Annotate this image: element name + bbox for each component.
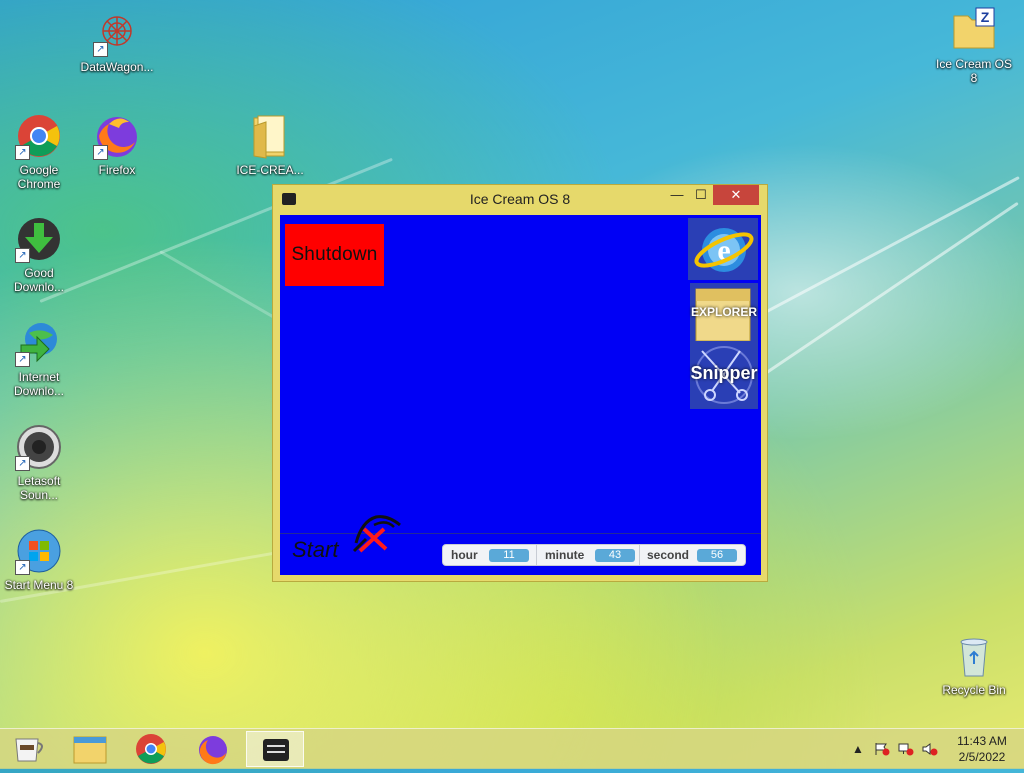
desktop-icon-label: Internet Downlo...	[13, 370, 65, 398]
taskbar-ice-cream-os[interactable]	[246, 731, 304, 767]
shortcut-arrow-icon: ↗	[93, 145, 108, 160]
desktop-icon-label: Ice Cream OS 8	[935, 57, 1013, 85]
minimize-button[interactable]: —	[665, 185, 689, 205]
shortcut-arrow-icon: ↗	[15, 456, 30, 471]
app-client-area: Shutdown e EXPLORER Snipper Start hour 1…	[280, 215, 761, 575]
desktop-icon-label: DataWagon...	[80, 60, 154, 74]
desktop-icon-letasoft[interactable]: ↗ Letasoft Soun...	[0, 423, 79, 502]
clock-readout: hour 11 minute 43 second 56	[442, 544, 746, 566]
shortcut-arrow-icon: ↗	[15, 145, 30, 160]
desktop-icon-firefox[interactable]: ↗ Firefox	[77, 112, 157, 177]
desktop-icon-recycle-bin[interactable]: Recycle Bin	[934, 632, 1014, 697]
desktop-icon-datawagon[interactable]: ↗ DataWagon...	[77, 9, 157, 74]
zip-folder-icon: Z	[950, 6, 998, 54]
clock-second-label: second	[647, 548, 690, 562]
svg-text:Z: Z	[981, 9, 990, 25]
shutdown-button[interactable]: Shutdown	[285, 224, 384, 286]
internet-explorer-button[interactable]: e	[688, 218, 758, 280]
clock-minute-label: minute	[545, 548, 585, 562]
snipper-label: Snipper	[690, 363, 758, 383]
recycle-bin-icon	[950, 632, 998, 680]
clock-divider	[536, 545, 537, 565]
maximize-button[interactable]: ☐	[689, 185, 713, 205]
clock-minute-value: 43	[595, 549, 635, 562]
snipper-button[interactable]: Snipper	[690, 341, 758, 409]
ice-cream-os-icon	[263, 739, 289, 761]
globe-download-icon: ↗	[15, 319, 63, 367]
explorer-button[interactable]: EXPLORER	[690, 283, 758, 345]
explorer-label: EXPLORER	[690, 305, 757, 319]
window-titlebar[interactable]: Ice Cream OS 8 — ☐ ✕	[273, 185, 767, 215]
download-arrow-icon: ↗	[15, 215, 63, 263]
speaker-icon: ↗	[15, 423, 63, 471]
firefox-icon	[199, 736, 227, 765]
taskbar-chrome[interactable]	[122, 731, 180, 767]
shortcut-arrow-icon: ↗	[15, 352, 30, 367]
firefox-icon: ↗	[93, 112, 141, 160]
desktop-icon-label: Letasoft Soun...	[17, 474, 61, 502]
desktop-icon-internet-download[interactable]: ↗ Internet Downlo...	[0, 319, 79, 398]
shortcut-arrow-icon: ↗	[93, 42, 108, 57]
clock-second-value: 56	[697, 549, 737, 562]
windows-orb-icon: ↗	[15, 527, 63, 575]
show-hidden-icons-button[interactable]: ▲	[850, 742, 866, 756]
taskbar-firefox[interactable]	[184, 731, 242, 767]
shortcut-arrow-icon: ↗	[15, 560, 30, 575]
close-button[interactable]: ✕	[713, 185, 759, 205]
ice-cream-os-window[interactable]: Ice Cream OS 8 — ☐ ✕ Shutdown e EXPLORER	[272, 184, 768, 582]
desktop-icon-good-download[interactable]: ↗ Good Downlo...	[0, 215, 79, 294]
taskbar: ▲ 11:43 AM 2/5/2022	[0, 728, 1024, 769]
shortcut-arrow-icon: ↗	[15, 248, 30, 263]
taskbar-coffee-app[interactable]	[0, 731, 58, 767]
taskbar-file-explorer[interactable]	[60, 731, 118, 767]
desktop-icon-start-menu-8[interactable]: ↗ Start Menu 8	[0, 527, 79, 592]
desktop-icon-label: Google Chrome	[17, 163, 61, 191]
folder-icon	[246, 112, 294, 160]
chrome-icon	[136, 734, 166, 764]
clock-hour-label: hour	[451, 548, 478, 562]
desktop-icon-label: ICE-CREA...	[236, 163, 304, 177]
desktop-icon-label: Good Downlo...	[13, 266, 65, 294]
clock-hour-value: 11	[489, 549, 529, 562]
desktop-icon-label: Firefox	[98, 163, 136, 177]
start-button[interactable]: Start	[292, 537, 338, 563]
action-center-flag-icon[interactable]	[874, 742, 890, 756]
clock-hour: hour	[451, 545, 478, 565]
desktop-icon-label: Start Menu 8	[4, 578, 74, 592]
clock-second: second	[647, 545, 689, 565]
chrome-icon: ↗	[15, 112, 63, 160]
system-clock-time[interactable]: 11:43 AM	[946, 734, 1018, 748]
datawagon-icon: ↗	[93, 9, 141, 57]
internet-explorer-icon: e	[694, 228, 754, 272]
desktop-icon-chrome[interactable]: ↗ Google Chrome	[0, 112, 79, 191]
network-icon[interactable]	[898, 742, 914, 756]
volume-icon[interactable]	[922, 742, 938, 756]
desktop-icon-ice-cream-folder[interactable]: ICE-CREA...	[230, 112, 310, 177]
start-cross-icon[interactable]	[350, 515, 410, 566]
coffee-cup-icon	[15, 738, 43, 762]
desktop-icon-label: Recycle Bin	[942, 683, 1006, 697]
system-clock-date[interactable]: 2/5/2022	[946, 750, 1018, 764]
desktop-icon-ice-cream-os-8[interactable]: Z Ice Cream OS 8	[934, 6, 1014, 85]
clock-minute: minute	[545, 545, 584, 565]
clock-divider	[639, 545, 640, 565]
file-explorer-icon	[73, 736, 107, 764]
